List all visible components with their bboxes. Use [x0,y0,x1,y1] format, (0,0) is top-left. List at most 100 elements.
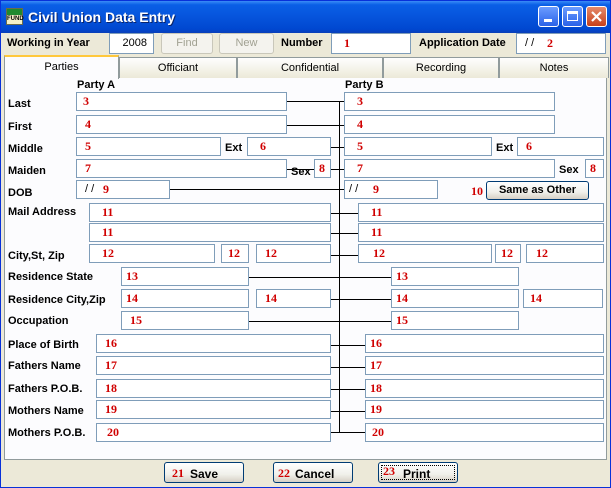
application-date-field[interactable]: / / 2 [516,33,606,54]
maiden-label: Maiden [8,165,46,177]
mothers-pob-label: Mothers P.O.B. [8,427,86,439]
party-b-residence-zip-field[interactable]: 14 [523,289,603,308]
party-a-mothers-pob-field[interactable]: 20 [96,423,331,442]
party-b-place-of-birth-field[interactable]: 16 [365,334,604,353]
dob-label: DOB [8,187,33,199]
connector-pob [331,345,365,346]
party-b-last-field[interactable]: 3 [344,92,555,111]
application-date-label: Application Date [419,37,506,49]
party-a-residence-zip-field[interactable]: 14 [256,289,331,308]
party-b-state-field[interactable]: 12 [495,244,521,263]
tab-strip: Parties Officiant Confidential Recording… [4,55,609,79]
party-a-fathers-pob-field[interactable]: 18 [96,379,331,398]
party-a-city-field[interactable]: 12 [89,244,215,263]
party-a-middle-field[interactable]: 5 [76,137,221,156]
connector-mothers-name [331,411,365,412]
residence-city-zip-label: Residence City,Zip [8,294,106,306]
tab-confidential[interactable]: Confidential [237,57,383,78]
connector-dob [170,189,345,190]
mothers-name-label: Mothers Name [8,405,84,417]
party-a-last-field[interactable]: 3 [76,92,287,111]
party-a-first-field[interactable]: 4 [76,115,287,134]
party-b-fathers-pob-field[interactable]: 18 [365,379,604,398]
middle-label: Middle [8,143,43,155]
party-a-state-field[interactable]: 12 [221,244,249,263]
connector-mothers-pob [331,432,365,433]
party-b-first-field[interactable]: 4 [344,115,555,134]
party-a-place-of-birth-field[interactable]: 16 [96,334,331,353]
party-a-ext-label: Ext [225,142,243,154]
tab-parties[interactable]: Parties [4,55,119,79]
close-icon [591,11,602,22]
number-field[interactable]: 1 [331,33,411,54]
party-b-mail-line2[interactable]: 11 [358,223,604,242]
party-a-header: Party A [77,79,116,91]
app-icon: FUND [6,8,24,25]
connector-mail1 [331,213,359,214]
window: FUND Civil Union Data Entry Working in Y… [0,0,611,488]
connector-last [287,101,345,102]
party-b-dob-field[interactable]: / /9 [344,180,438,199]
party-a-mothers-name-field[interactable]: 19 [96,400,331,419]
party-a-sex-field[interactable]: 8 [314,159,331,178]
connector-vertical [339,101,340,432]
minimize-button[interactable] [538,6,559,27]
party-a-mail-line2[interactable]: 11 [89,223,331,242]
occupation-label: Occupation [8,315,69,327]
find-button[interactable]: Find [161,33,213,54]
party-a-fathers-name-field[interactable]: 17 [96,356,331,375]
maximize-icon [567,11,578,21]
party-a-zip-field[interactable]: 12 [256,244,331,263]
party-b-sex-label: Sex [559,164,579,176]
title-bar[interactable]: FUND Civil Union Data Entry [1,1,610,33]
same-as-other-marker: 10 [471,184,483,198]
close-button[interactable] [586,6,607,27]
save-button[interactable]: 21 Save [164,462,244,483]
connector-fathers-pob [331,389,365,390]
tab-recording[interactable]: Recording [383,57,499,78]
party-b-fathers-name-field[interactable]: 17 [365,356,604,375]
print-button[interactable]: 23 Print [378,462,458,483]
party-b-zip-field[interactable]: 12 [526,244,604,263]
party-b-sex-field[interactable]: 8 [585,159,604,178]
new-button[interactable]: New [219,33,274,54]
party-a-maiden-field[interactable]: 7 [76,159,287,178]
party-b-mothers-pob-field[interactable]: 20 [365,423,604,442]
first-label: First [8,121,32,133]
party-a-occupation-field[interactable]: 15 [121,311,249,330]
connector-occupation [249,321,391,322]
party-b-maiden-field[interactable]: 7 [344,159,555,178]
last-label: Last [8,98,31,110]
party-b-city-field[interactable]: 12 [358,244,492,263]
same-as-other-button[interactable]: Same as Other [486,181,589,200]
city-st-zip-label: City,St, Zip [8,250,65,262]
party-a-residence-city-field[interactable]: 14 [121,289,249,308]
fathers-name-label: Fathers Name [8,360,81,372]
party-b-residence-city-field[interactable]: 14 [391,289,519,308]
connector-csz [331,255,359,256]
party-b-mothers-name-field[interactable]: 19 [365,400,604,419]
party-b-residence-state-field[interactable]: 13 [391,267,519,286]
party-b-middle-field[interactable]: 5 [344,137,492,156]
residence-state-label: Residence State [8,271,93,283]
cancel-button[interactable]: 22 Cancel [273,462,353,483]
party-a-dob-field[interactable]: / /9 [76,180,170,199]
party-a-residence-state-field[interactable]: 13 [121,267,249,286]
working-year-field[interactable]: 2008 [109,33,154,54]
connector-mail2 [331,233,359,234]
party-b-header: Party B [345,79,384,91]
party-b-occupation-field[interactable]: 15 [391,311,519,330]
party-a-mail-line1[interactable]: 11 [89,203,331,222]
party-a-sex-label: Sex [291,166,311,178]
maximize-button[interactable] [562,6,583,27]
party-b-mail-line1[interactable]: 11 [358,203,604,222]
place-of-birth-label: Place of Birth [8,339,79,351]
tab-notes[interactable]: Notes [499,57,609,78]
window-title: Civil Union Data Entry [28,9,176,25]
fathers-pob-label: Fathers P.O.B. [8,383,83,395]
party-a-ext-field[interactable]: 6 [247,137,331,156]
connector-res-state [249,277,391,278]
tab-officiant[interactable]: Officiant [119,57,237,78]
mail-address-label: Mail Address [8,206,77,218]
party-b-ext-field[interactable]: 6 [517,137,604,156]
